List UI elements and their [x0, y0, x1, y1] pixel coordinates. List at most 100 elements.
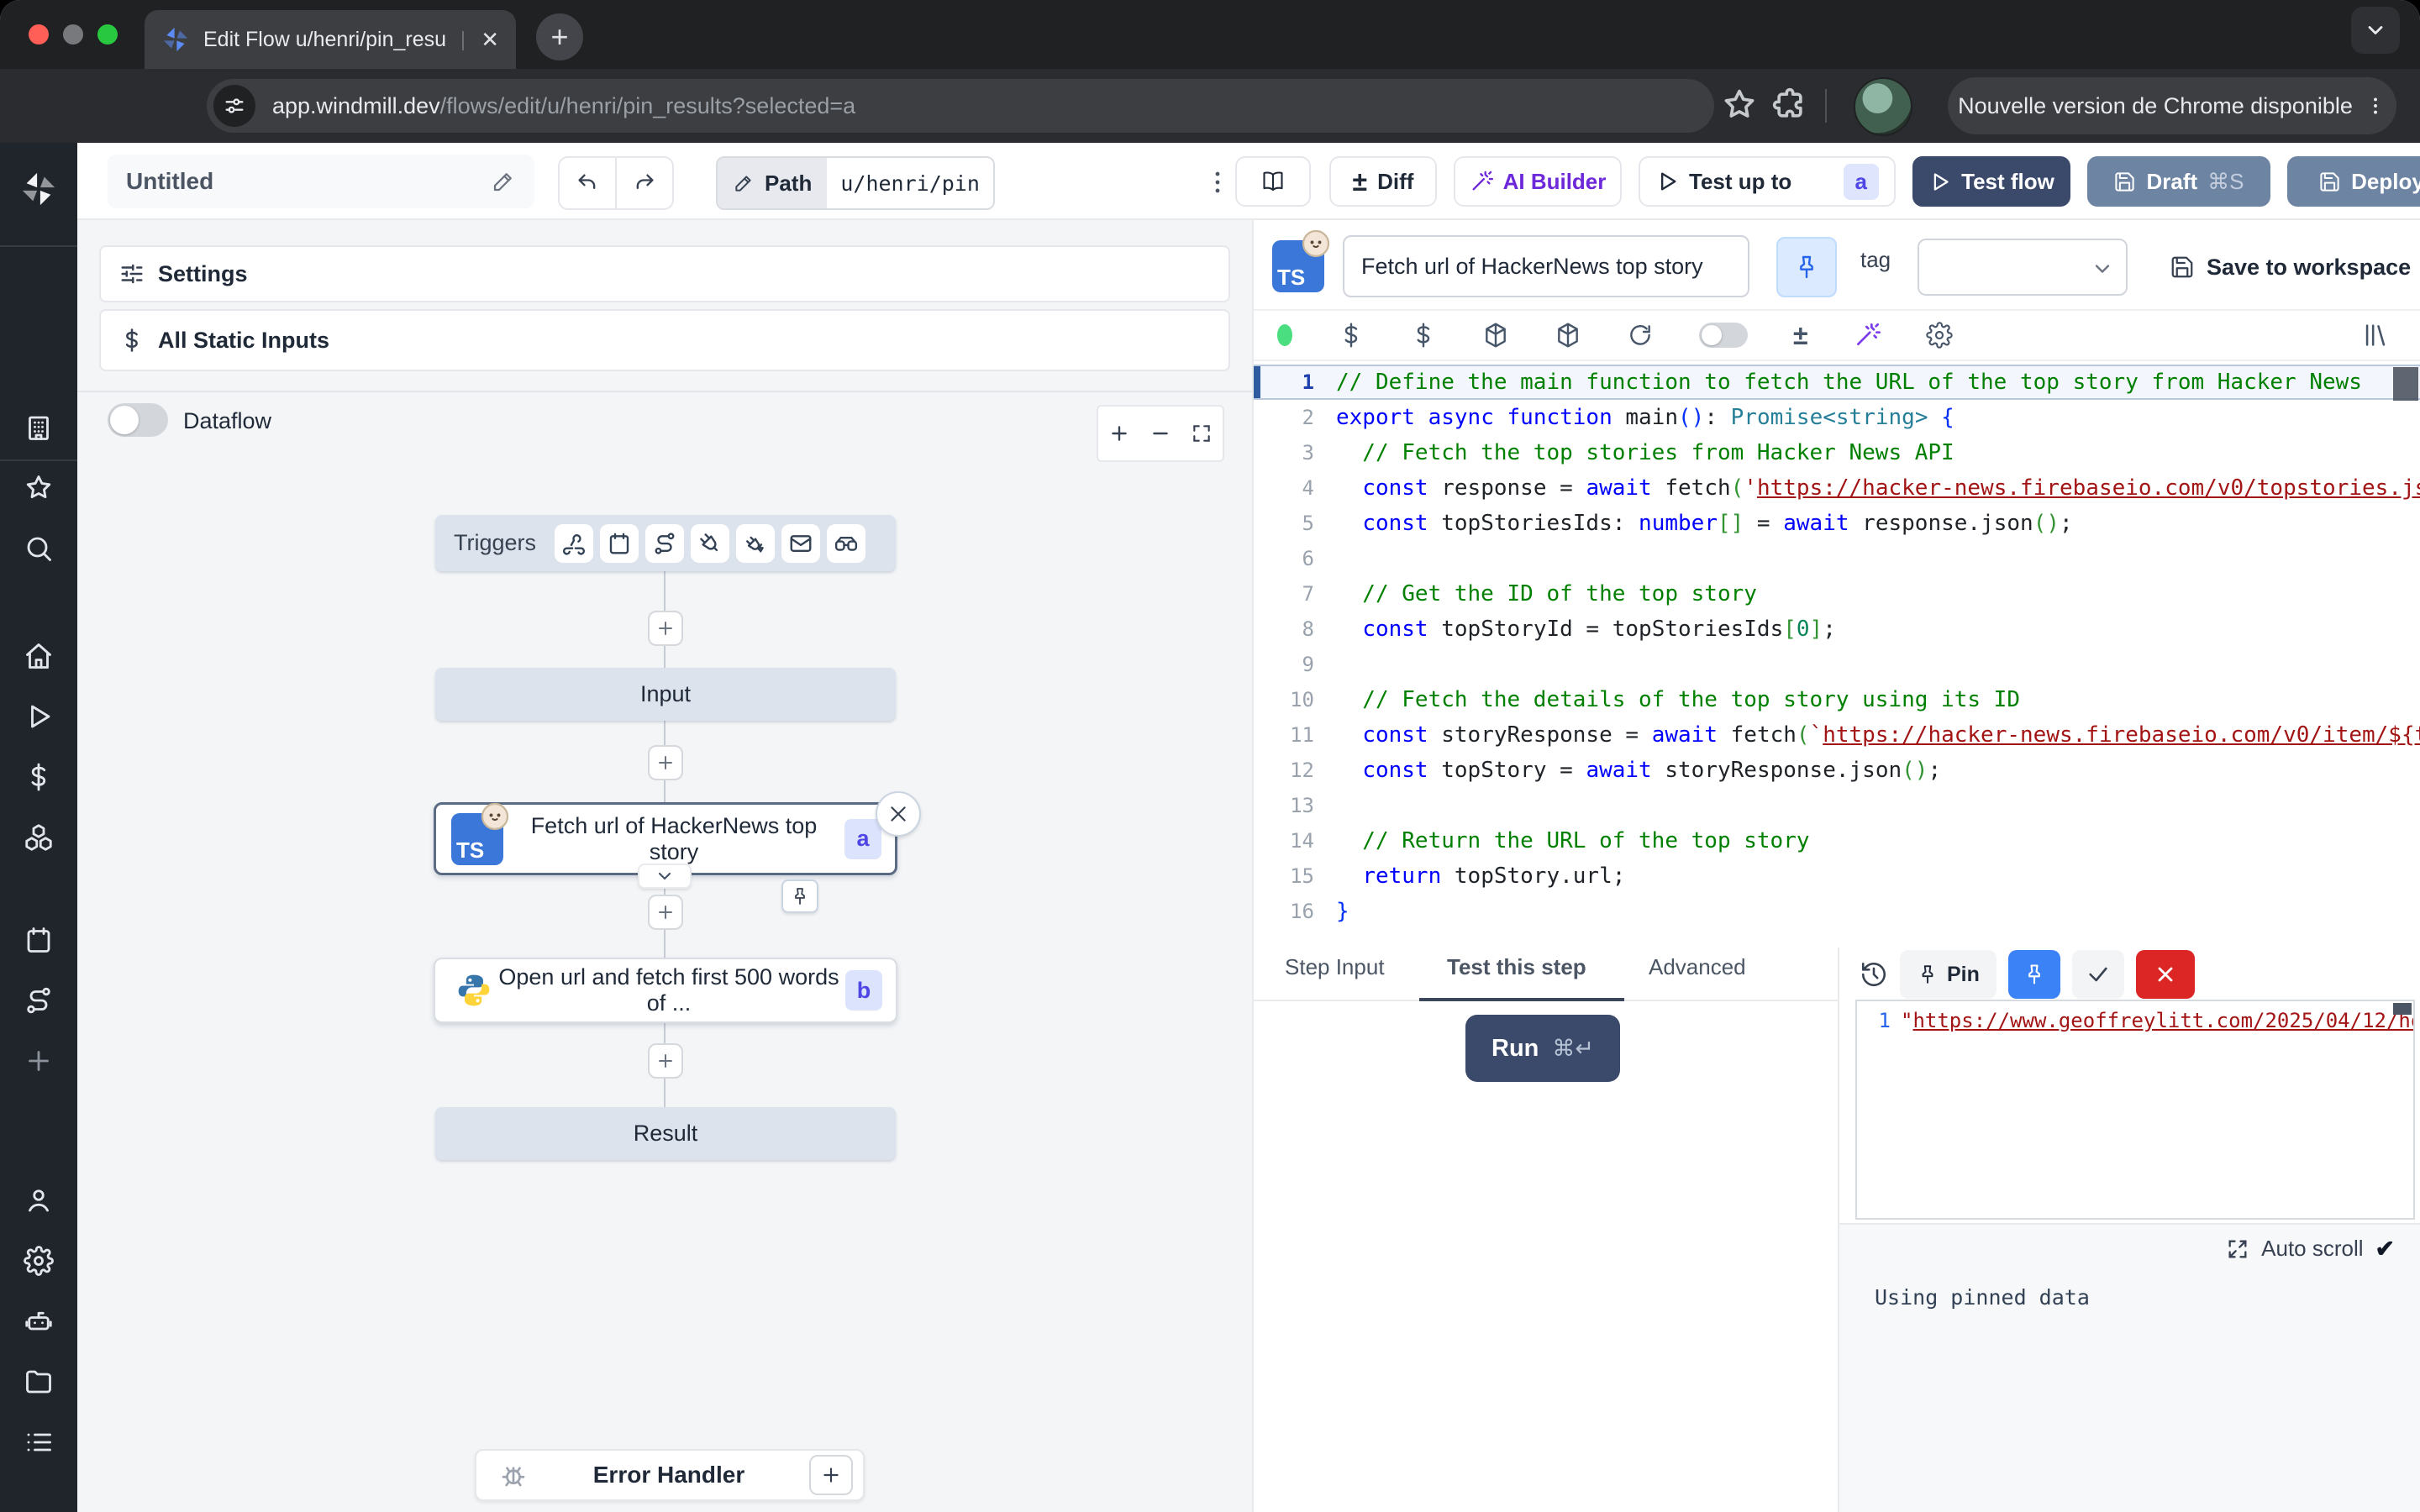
draft-button[interactable]: Draft⌘S: [2087, 156, 2270, 207]
deploy-button[interactable]: Deploy: [2287, 156, 2420, 207]
step-a-expand-chevron[interactable]: [638, 864, 692, 889]
code-line-4[interactable]: 4 const response = await fetch('https://…: [1254, 470, 2420, 506]
pin-step-button[interactable]: [1776, 237, 1837, 297]
code-line-9[interactable]: 9: [1254, 647, 2420, 682]
tab-test-this-step[interactable]: Test this step: [1447, 954, 1586, 980]
tab-step-input[interactable]: Step Input: [1285, 954, 1385, 980]
tag-select[interactable]: [1918, 239, 2128, 296]
code-line-16[interactable]: 16}: [1254, 894, 2420, 929]
library-icon[interactable]: [2361, 321, 2390, 349]
flow-settings-row[interactable]: Settings: [99, 245, 1230, 302]
new-tab-button[interactable]: +: [536, 13, 583, 60]
scheduled-poll-icon[interactable]: [827, 524, 865, 563]
plus-icon[interactable]: [19, 1042, 58, 1080]
pinned-data-editor[interactable]: 1 "https://www.geoffreylitt.com/2025/04/…: [1855, 1000, 2415, 1220]
extensions-icon[interactable]: [1771, 87, 1808, 123]
email-icon[interactable]: [781, 524, 820, 563]
kafka-icon[interactable]: [736, 524, 775, 563]
triggers-node[interactable]: Triggers: [435, 515, 896, 571]
pinned-editor-scrollbar[interactable]: [2393, 1003, 2412, 1015]
reload-script-icon[interactable]: [1627, 322, 1654, 349]
calendar-icon[interactable]: [19, 921, 58, 959]
expand-icon[interactable]: [2226, 1237, 2249, 1261]
code-line-3[interactable]: 3 // Fetch the top stories from Hacker N…: [1254, 435, 2420, 470]
remove-pin-button[interactable]: [2136, 950, 2195, 999]
diff-button[interactable]: ±Diff: [1329, 156, 1437, 207]
remove-step-button[interactable]: [876, 791, 921, 837]
browser-tab[interactable]: Edit Flow u/henri/pin_results | ✕: [145, 10, 516, 69]
result-node[interactable]: Result: [435, 1107, 896, 1160]
run-button[interactable]: Run ⌘↵: [1465, 1015, 1620, 1082]
add-step-button[interactable]: [648, 1043, 683, 1079]
editor-scrollbar-thumb[interactable]: [2393, 367, 2418, 401]
schedule-icon[interactable]: [600, 524, 639, 563]
path-group[interactable]: Path u/henri/pin: [716, 156, 995, 210]
zoom-out-icon[interactable]: [1150, 423, 1171, 444]
package-icon[interactable]: [1482, 322, 1509, 349]
flow-title-field[interactable]: Untitled: [108, 155, 534, 208]
tab-overflow-chevron[interactable]: [2351, 7, 2400, 54]
url-bar[interactable]: app.windmill.dev/flows/edit/u/henri/pin_…: [207, 79, 1714, 133]
add-step-button[interactable]: [648, 745, 683, 780]
maximize-window-button[interactable]: [97, 24, 118, 45]
code-line-5[interactable]: 5 const topStoriesIds: number[] = await …: [1254, 506, 2420, 541]
code-line-12[interactable]: 12 const topStory = await storyResponse.…: [1254, 753, 2420, 788]
zoom-in-icon[interactable]: [1108, 423, 1130, 444]
input-node[interactable]: Input: [435, 668, 896, 721]
test-up-to-button[interactable]: Test up to a: [1639, 156, 1896, 207]
dollar-icon[interactable]: [19, 758, 58, 796]
more-options-kebab-icon[interactable]: [1203, 168, 1232, 197]
docs-button[interactable]: [1235, 156, 1311, 207]
package-lock-icon[interactable]: [1555, 322, 1581, 349]
http-route-icon[interactable]: [645, 524, 684, 563]
tab-close-icon[interactable]: ✕: [481, 27, 499, 53]
confirm-pin-button[interactable]: [2072, 950, 2124, 999]
test-flow-button[interactable]: Test flow: [1912, 156, 2070, 207]
code-line-11[interactable]: 11 const storyResponse = await fetch(`ht…: [1254, 717, 2420, 753]
undo-button[interactable]: [560, 158, 617, 208]
code-line-6[interactable]: 6: [1254, 541, 2420, 576]
code-editor[interactable]: 1// Define the main function to fetch th…: [1254, 365, 2420, 948]
list-icon[interactable]: [19, 1423, 58, 1462]
play-icon[interactable]: [19, 697, 58, 736]
code-line-10[interactable]: 10 // Fetch the details of the top story…: [1254, 682, 2420, 717]
bookmark-star-icon[interactable]: [1721, 87, 1758, 123]
plus-minus-icon[interactable]: ±: [1793, 322, 1808, 349]
code-line-8[interactable]: 8 const topStoryId = topStoriesIds[0];: [1254, 612, 2420, 647]
gear-icon[interactable]: [19, 1242, 58, 1280]
flow-step-b[interactable]: Open url and fetch first 500 words of ..…: [434, 958, 897, 1023]
step-summary-input[interactable]: [1343, 235, 1749, 297]
user-icon[interactable]: [19, 1181, 58, 1220]
windmill-logo[interactable]: [19, 170, 58, 208]
code-line-2[interactable]: 2export async function main(): Promise<s…: [1254, 400, 2420, 435]
minimize-window-button[interactable]: [63, 24, 83, 45]
add-step-button[interactable]: [648, 895, 683, 930]
save-to-workspace-button[interactable]: Save to workspace: [2170, 242, 2411, 292]
ai-builder-button[interactable]: AI Builder: [1454, 156, 1622, 207]
error-handler-node[interactable]: Error Handler: [475, 1449, 865, 1501]
code-line-15[interactable]: 15 return topStory.url;: [1254, 858, 2420, 894]
fit-view-icon[interactable]: [1191, 423, 1213, 444]
webhook-icon[interactable]: [555, 524, 593, 563]
folder-icon[interactable]: [19, 1362, 58, 1401]
pinned-active-button[interactable]: [2008, 950, 2060, 999]
cubes-icon[interactable]: [19, 818, 58, 857]
path-value[interactable]: u/henri/pin: [827, 158, 993, 208]
site-info-icon[interactable]: [213, 85, 255, 127]
pin-button[interactable]: Pin: [1900, 950, 1996, 999]
profile-avatar[interactable]: [1854, 77, 1912, 136]
websocket-icon[interactable]: [691, 524, 729, 563]
add-error-handler-button[interactable]: [809, 1455, 853, 1495]
dollar-icon[interactable]: [1338, 322, 1365, 349]
route-icon[interactable]: [19, 981, 58, 1020]
dollar-cached-icon[interactable]: [1410, 322, 1437, 349]
code-line-7[interactable]: 7 // Get the ID of the top story: [1254, 576, 2420, 612]
tab-advanced[interactable]: Advanced: [1649, 954, 1746, 980]
step-a-pin-indicator[interactable]: [781, 879, 818, 913]
star-icon[interactable]: [19, 469, 58, 507]
home-icon[interactable]: [19, 637, 58, 675]
redo-button[interactable]: [617, 158, 672, 208]
close-window-button[interactable]: [29, 24, 49, 45]
editor-settings-gear-icon[interactable]: [1926, 322, 1953, 349]
diff-mode-toggle[interactable]: [1699, 323, 1748, 348]
